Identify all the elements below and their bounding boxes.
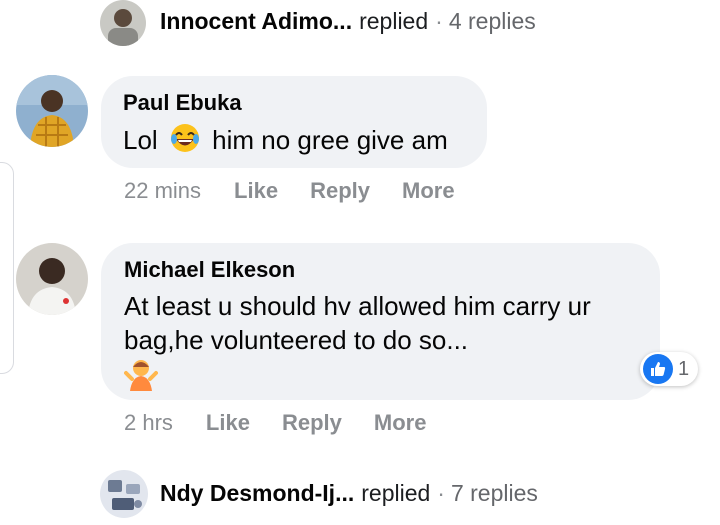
comment-text-end: him no gree give am [212, 124, 448, 155]
comment-text-line-2: bag,he volunteered to do so... [124, 325, 469, 355]
reaction-count: 1 [678, 357, 690, 380]
like-button[interactable]: Like [206, 410, 250, 436]
comment-actions-michael: 2 hrs Like Reply More [124, 408, 426, 438]
adjacent-card-edge [0, 162, 14, 374]
more-button[interactable]: More [374, 410, 427, 436]
comment-text-line-1: At least u should hv allowed him carry u… [124, 291, 591, 321]
comment-author[interactable]: Michael Elkeson [124, 257, 660, 283]
separator-dot: · [437, 479, 445, 506]
comment-timestamp[interactable]: 2 hrs [124, 410, 173, 436]
like-button[interactable]: Like [234, 178, 278, 204]
laughing-emoji-icon [169, 122, 201, 162]
like-icon [643, 354, 673, 384]
comment-text-start: Lol [123, 124, 158, 155]
more-button[interactable]: More [402, 178, 455, 204]
comment-actions-paul: 22 mins Like Reply More [124, 176, 455, 206]
reply-count: 4 replies [448, 7, 536, 34]
reply-button[interactable]: Reply [282, 410, 342, 436]
reaction-summary[interactable]: 1 [640, 352, 698, 386]
shrugging-emoji-icon [124, 357, 660, 391]
view-replies-link-innocent[interactable]: Innocent Adimo... replied · 4 replies [160, 1, 536, 41]
michael-elkeson-avatar[interactable] [16, 243, 88, 315]
reply-verb: replied [359, 7, 429, 34]
reply-verb: replied [361, 479, 431, 506]
view-replies-link-ndy[interactable]: Ndy Desmond-Ij... replied · 7 replies [160, 473, 538, 513]
reply-count: 7 replies [450, 479, 538, 506]
comment-timestamp[interactable]: 22 mins [124, 178, 201, 204]
innocent-avatar[interactable] [100, 0, 146, 46]
comment-author[interactable]: Paul Ebuka [123, 90, 487, 116]
paul-ebuka-avatar[interactable] [16, 75, 88, 147]
reply-author-name: Ndy Desmond-Ij... [160, 479, 355, 506]
separator-dot: · [435, 7, 443, 34]
reply-author-name: Innocent Adimo... [160, 7, 353, 34]
reply-button[interactable]: Reply [310, 178, 370, 204]
comment-text: Lol him no gree give am [123, 122, 487, 162]
ndy-desmond-avatar[interactable] [100, 470, 148, 518]
comment-thread: Innocent Adimo... replied · 4 replies Pa… [0, 0, 720, 525]
comment-bubble-paul[interactable]: Paul Ebuka Lol him no gree give am [101, 76, 487, 168]
comment-bubble-michael[interactable]: Michael Elkeson At least u should hv all… [101, 243, 660, 400]
